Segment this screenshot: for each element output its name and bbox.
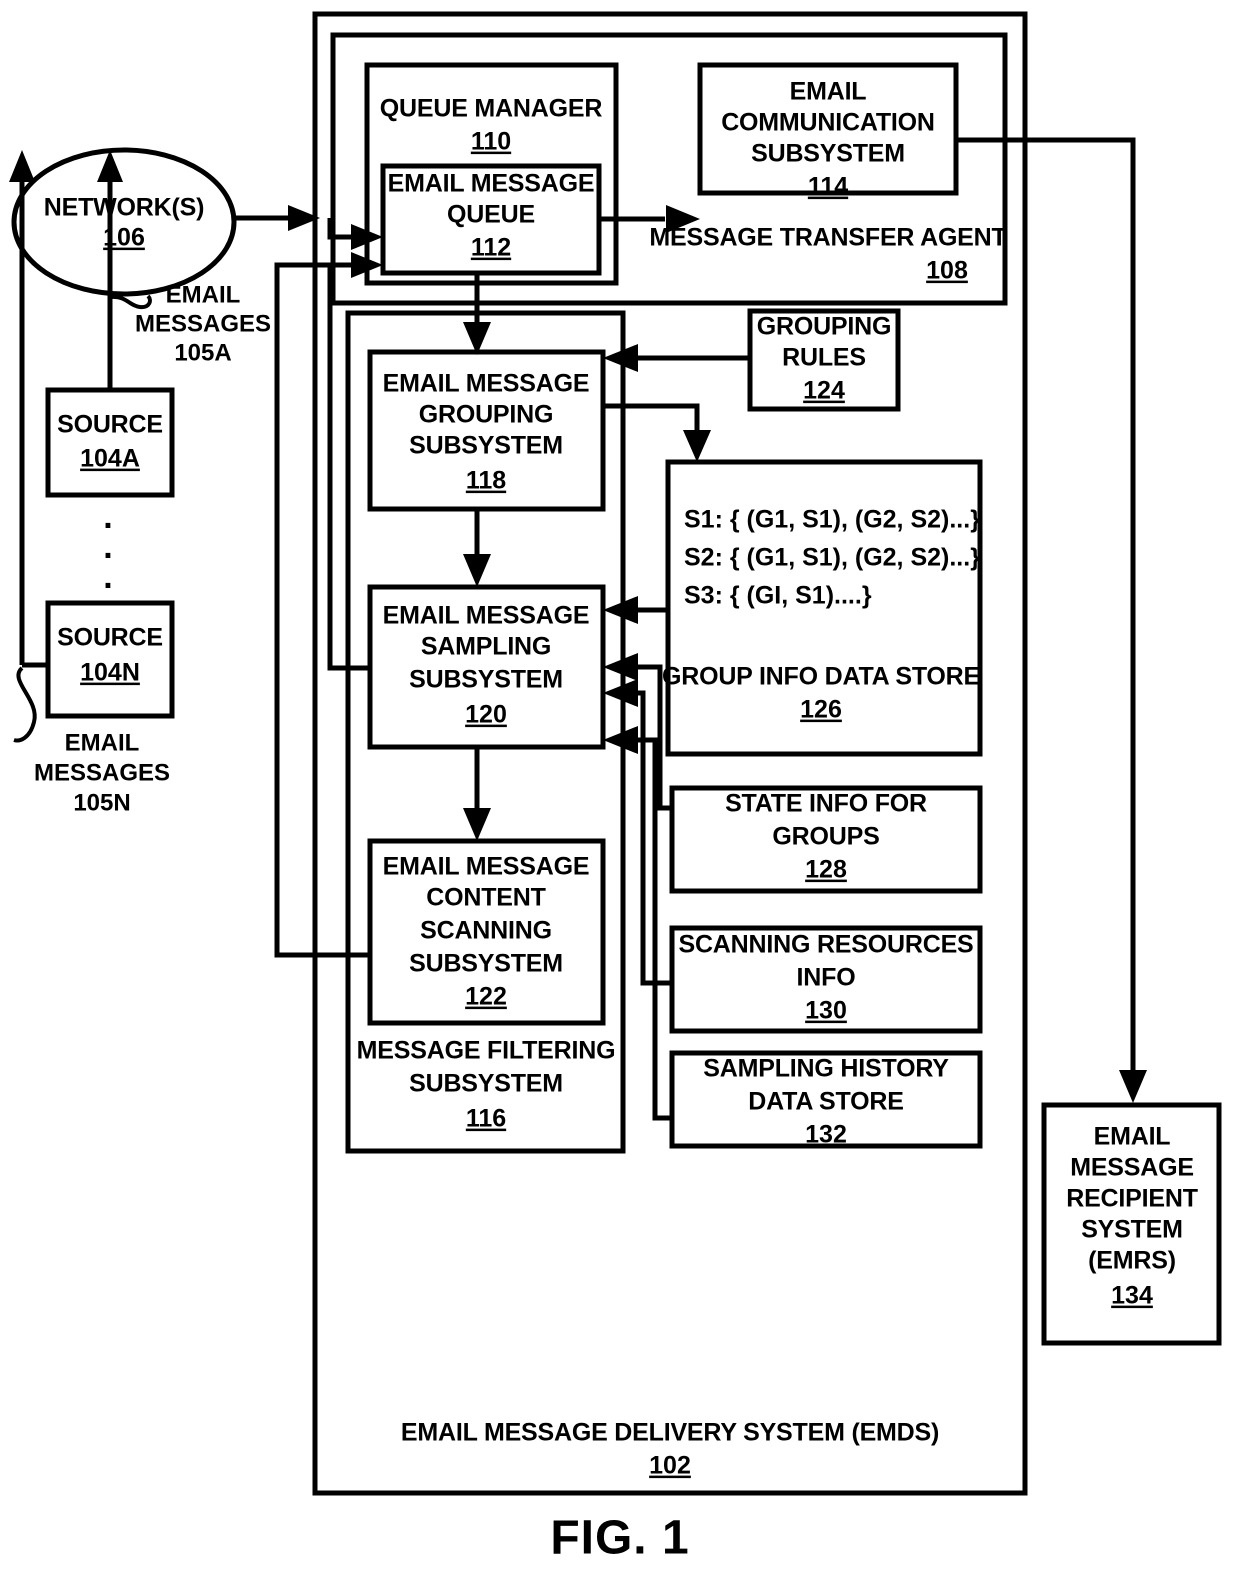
- state-info-line2: GROUPS: [772, 823, 879, 851]
- emds-ref: 102: [649, 1452, 691, 1480]
- email-messages-105a-ref: 105A: [174, 339, 231, 366]
- grouping-rules-ref: 124: [803, 377, 845, 405]
- grouping-subsystem-line2: GROUPING: [419, 401, 554, 429]
- email-messages-105n-line1: EMAIL: [65, 729, 140, 756]
- message-transfer-agent-ref: 108: [926, 257, 968, 285]
- network-ref: 106: [103, 224, 145, 252]
- leader-curl-105n: [13, 666, 37, 743]
- sampling-subsystem-ref: 120: [465, 701, 507, 729]
- arrowhead-source-n-to-network: [9, 150, 35, 182]
- emrs-line2: MESSAGE: [1070, 1154, 1194, 1182]
- emrs-line5: (EMRS): [1088, 1247, 1176, 1275]
- content-scanning-line3: SCANNING: [420, 917, 552, 945]
- group-info-data-store-ref: 126: [800, 696, 842, 724]
- emrs-line4: SYSTEM: [1081, 1216, 1183, 1244]
- group-info-entry-1: S2: { (G1, S1), (G2, S2)...}: [684, 544, 980, 572]
- email-message-queue-ref: 112: [471, 234, 511, 262]
- state-info-line1: STATE INFO FOR: [725, 790, 927, 818]
- queue-manager-label: QUEUE MANAGER: [380, 95, 603, 123]
- sampling-history-ref: 132: [805, 1121, 847, 1149]
- grouping-subsystem-line3: SUBSYSTEM: [409, 432, 563, 460]
- group-info-data-store-label: GROUP INFO DATA STORE: [662, 663, 980, 691]
- sampling-subsystem-line2: SAMPLING: [421, 633, 551, 661]
- email-comm-subsystem-ref: 114: [808, 173, 848, 201]
- email-comm-subsystem-line1: EMAIL: [790, 78, 867, 106]
- figure-caption: FIG. 1: [550, 1512, 689, 1565]
- grouping-subsystem-line1: EMAIL MESSAGE: [383, 370, 590, 398]
- email-messages-105n-ref: 105N: [73, 789, 130, 816]
- emrs-ref: 134: [1111, 1282, 1153, 1310]
- email-comm-subsystem-line3: SUBSYSTEM: [751, 140, 905, 168]
- state-info-ref: 128: [805, 856, 847, 884]
- email-messages-105a-line1: EMAIL: [166, 281, 241, 308]
- figure-root: NETWORK(S) 106 EMAIL MESSAGES 105A SOURC…: [0, 0, 1240, 1576]
- patent-figure-diagram: NETWORK(S) 106 EMAIL MESSAGES 105A SOURC…: [9, 11, 1222, 1565]
- content-scanning-line4: SUBSYSTEM: [409, 950, 563, 978]
- email-messages-105n-line2: MESSAGES: [34, 759, 170, 786]
- emrs-line1: EMAIL: [1094, 1123, 1171, 1151]
- emds-label: EMAIL MESSAGE DELIVERY SYSTEM (EMDS): [401, 1419, 939, 1447]
- network-ellipse: [11, 147, 237, 297]
- email-message-queue-line1: EMAIL MESSAGE: [388, 170, 595, 198]
- emrs-line3: RECIPIENT: [1066, 1185, 1198, 1213]
- group-info-entry-2: S3: { (GI, S1)....}: [684, 582, 872, 610]
- scanning-resources-line1: SCANNING RESOURCES: [678, 931, 973, 959]
- sampling-history-line2: DATA STORE: [748, 1088, 903, 1116]
- message-filtering-ref: 116: [466, 1105, 506, 1133]
- group-info-entry-0: S1: { (G1, S1), (G2, S2)...}: [684, 506, 980, 534]
- grouping-subsystem-ref: 118: [466, 467, 506, 495]
- message-filtering-line2: SUBSYSTEM: [409, 1070, 563, 1098]
- network-label: NETWORK(S): [44, 194, 204, 222]
- content-scanning-ref: 122: [465, 983, 507, 1011]
- scanning-resources-ref: 130: [805, 997, 847, 1025]
- scanning-resources-line2: INFO: [797, 964, 856, 992]
- email-comm-subsystem-line2: COMMUNICATION: [721, 109, 935, 137]
- source-104n-ref: 104N: [80, 659, 140, 687]
- arrowhead-to-emrs: [1119, 1070, 1147, 1103]
- sampling-subsystem-line3: SUBSYSTEM: [409, 666, 563, 694]
- email-message-queue-line2: QUEUE: [447, 201, 535, 229]
- source-104a-label: SOURCE: [57, 411, 163, 439]
- queue-manager-ref: 110: [471, 128, 511, 156]
- sampling-history-line1: SAMPLING HISTORY: [703, 1055, 949, 1083]
- message-filtering-line1: MESSAGE FILTERING: [357, 1037, 616, 1065]
- source-104a-box: [45, 387, 175, 498]
- sampling-subsystem-line1: EMAIL MESSAGE: [383, 602, 590, 630]
- leader-curl-105a: [111, 294, 152, 310]
- message-transfer-agent-label: MESSAGE TRANSFER AGENT: [649, 224, 1006, 252]
- grouping-rules-line2: RULES: [782, 344, 866, 372]
- source-104a-ref: 104A: [80, 445, 140, 473]
- content-scanning-line2: CONTENT: [426, 884, 545, 912]
- content-scanning-line1: EMAIL MESSAGE: [383, 853, 590, 881]
- grouping-rules-line1: GROUPING: [757, 313, 892, 341]
- vertical-ellipsis-dot-3: .: [103, 558, 112, 596]
- email-messages-105a-line2: MESSAGES: [135, 310, 271, 337]
- source-104n-label: SOURCE: [57, 624, 163, 652]
